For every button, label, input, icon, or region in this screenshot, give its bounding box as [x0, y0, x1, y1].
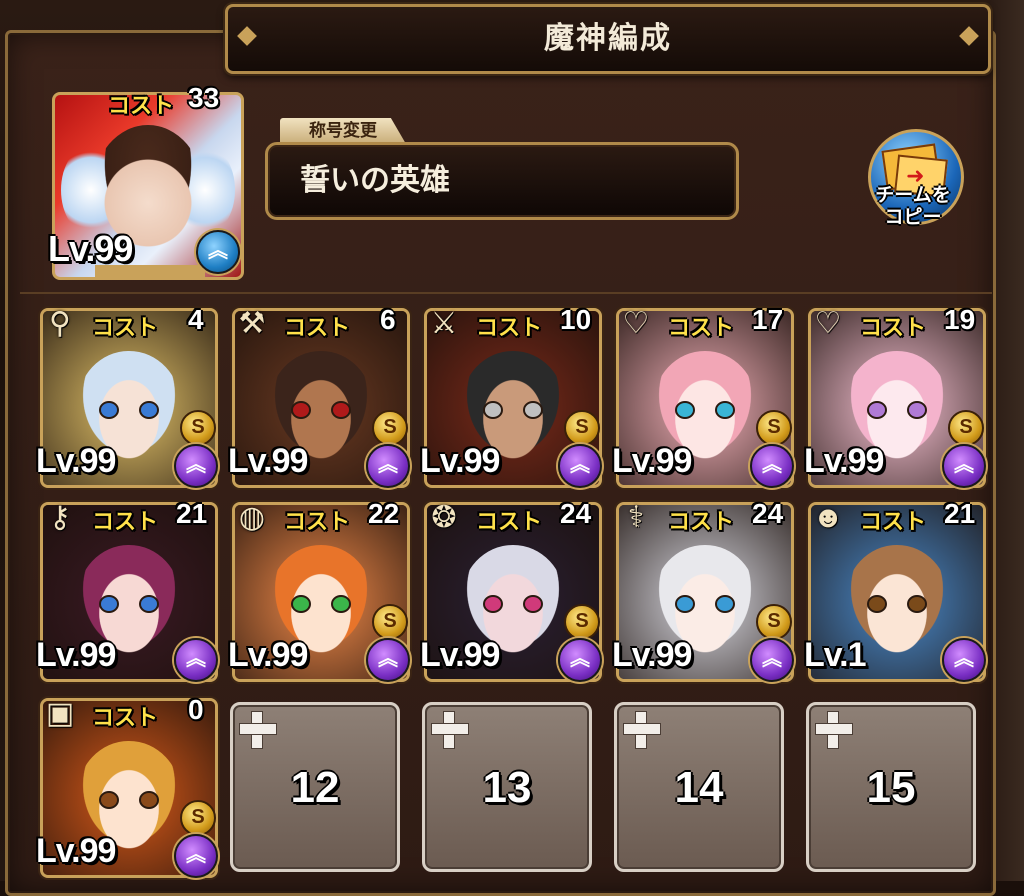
unit-eyes — [675, 401, 735, 419]
rank-badge: S — [564, 604, 600, 640]
unit-level: Lv.99 — [420, 442, 500, 480]
unit-eyes — [291, 595, 351, 613]
rank-badge: S — [372, 410, 408, 446]
leader-cost-label: コスト — [108, 93, 175, 118]
leader-cost-value: 33 — [188, 82, 220, 113]
unit-cost-value: 19 — [944, 304, 976, 335]
chevron-up-icon[interactable]: ︽ — [750, 638, 794, 682]
unit-cost-label: コスト — [476, 509, 543, 534]
unit-cost-label: コスト — [668, 315, 735, 340]
rank-badge: S — [948, 410, 984, 446]
slot-number: 13 — [482, 763, 532, 812]
unit-cost-value: 24 — [752, 498, 784, 529]
unit-cost-label: コスト — [860, 509, 927, 534]
unit-eyes — [99, 595, 159, 613]
unit-cost-value: 17 — [752, 304, 784, 335]
unit-eyes — [483, 401, 543, 419]
unit-cost-label: コスト — [92, 509, 159, 534]
unit-level: Lv.99 — [36, 442, 116, 480]
spear-icon: ⚲ — [49, 307, 71, 340]
unit-cost-label: コスト — [92, 315, 159, 340]
chevron-up-icon[interactable]: ︽ — [942, 444, 986, 488]
title-bar: 魔神編成 — [225, 4, 991, 74]
heart-icon: ♡ — [622, 307, 650, 340]
unit-cost-label: コスト — [668, 509, 735, 534]
unit-eyes — [867, 595, 927, 613]
unit-level: Lv.99 — [612, 636, 692, 674]
unit-level: Lv.99 — [228, 636, 308, 674]
plus-icon — [237, 709, 277, 749]
unit-cost-label: コスト — [284, 315, 351, 340]
rank-badge: S — [756, 604, 792, 640]
empty-slot[interactable]: 15 — [806, 702, 976, 872]
unit-level: Lv.99 — [420, 636, 500, 674]
unit-cost-value: 21 — [176, 498, 208, 529]
unit-cost-value: 4 — [188, 304, 204, 335]
unit-level: Lv.1 — [804, 636, 867, 674]
chevron-up-icon[interactable]: ︽ — [942, 638, 986, 682]
unit-level: Lv.99 — [228, 442, 308, 480]
unit-cost-label: コスト — [92, 705, 159, 730]
team-title-field[interactable]: 誓いの英雄 — [265, 142, 739, 220]
unit-cost-value: 10 — [560, 304, 592, 335]
unit-eyes — [99, 401, 159, 419]
unit-eyes — [867, 401, 927, 419]
chevron-up-icon[interactable]: ︽ — [366, 444, 410, 488]
unit-eyes — [291, 401, 351, 419]
page-title: 魔神編成 — [544, 22, 672, 55]
rank-badge: S — [372, 604, 408, 640]
unit-cost-label: コスト — [284, 509, 351, 534]
chevron-up-icon[interactable]: ︽ — [558, 444, 602, 488]
empty-slot[interactable]: 14 — [614, 702, 784, 872]
copy-team-button[interactable]: ➜ チームを コピー — [858, 125, 968, 245]
unit-cost-value: 0 — [188, 694, 204, 725]
ghost-icon: ☻ — [812, 501, 844, 534]
unit-cost-label: コスト — [860, 315, 927, 340]
unit-level: Lv.99 — [612, 442, 692, 480]
chest-icon: ▣ — [45, 697, 75, 730]
unit-eyes — [483, 595, 543, 613]
empty-slot[interactable]: 12 — [230, 702, 400, 872]
leader-level: Lv.99 — [48, 228, 133, 269]
chevron-up-icon[interactable]: ︽ — [174, 638, 218, 682]
slot-number: 14 — [674, 763, 724, 812]
rank-badge: S — [180, 800, 216, 836]
unit-cost-value: 6 — [380, 304, 396, 335]
heart-icon: ♡ — [814, 307, 842, 340]
rank-badge: S — [756, 410, 792, 446]
plus-icon — [621, 709, 661, 749]
chevron-up-icon[interactable]: ︽ — [558, 638, 602, 682]
plus-icon — [813, 709, 853, 749]
unit-eyes — [675, 595, 735, 613]
chevron-up-icon[interactable]: ︽ — [196, 230, 240, 274]
slot-number: 12 — [290, 763, 340, 812]
rank-badge: S — [180, 410, 216, 446]
unit-cost-label: コスト — [476, 315, 543, 340]
slot-number: 15 — [866, 763, 916, 812]
chevron-up-icon[interactable]: ︽ — [174, 834, 218, 878]
unit-level: Lv.99 — [36, 832, 116, 870]
chevron-up-icon[interactable]: ︽ — [750, 444, 794, 488]
unit-level: Lv.99 — [36, 636, 116, 674]
chevron-up-icon[interactable]: ︽ — [174, 444, 218, 488]
copy-button-label: チームを コピー — [875, 185, 951, 228]
chevron-up-icon[interactable]: ︽ — [366, 638, 410, 682]
rank-badge: S — [564, 410, 600, 446]
pan-icon: ◍ — [238, 501, 266, 534]
key-icon: ⚷ — [49, 501, 71, 534]
lion-icon: ❂ — [431, 501, 457, 534]
unit-cost-value: 21 — [944, 498, 976, 529]
rename-title-tab[interactable]: 称号変更 — [280, 118, 406, 144]
plus-icon — [429, 709, 469, 749]
unit-level: Lv.99 — [804, 442, 884, 480]
wand-icon: ⚕ — [627, 501, 645, 534]
empty-slot[interactable]: 13 — [422, 702, 592, 872]
sword-icon: ⚔ — [430, 307, 458, 340]
team-title-value: 誓いの英雄 — [300, 164, 450, 197]
unit-cost-value: 24 — [560, 498, 592, 529]
axe-icon: ⚒ — [238, 307, 266, 340]
unit-cost-value: 22 — [368, 498, 400, 529]
unit-eyes — [99, 791, 159, 809]
